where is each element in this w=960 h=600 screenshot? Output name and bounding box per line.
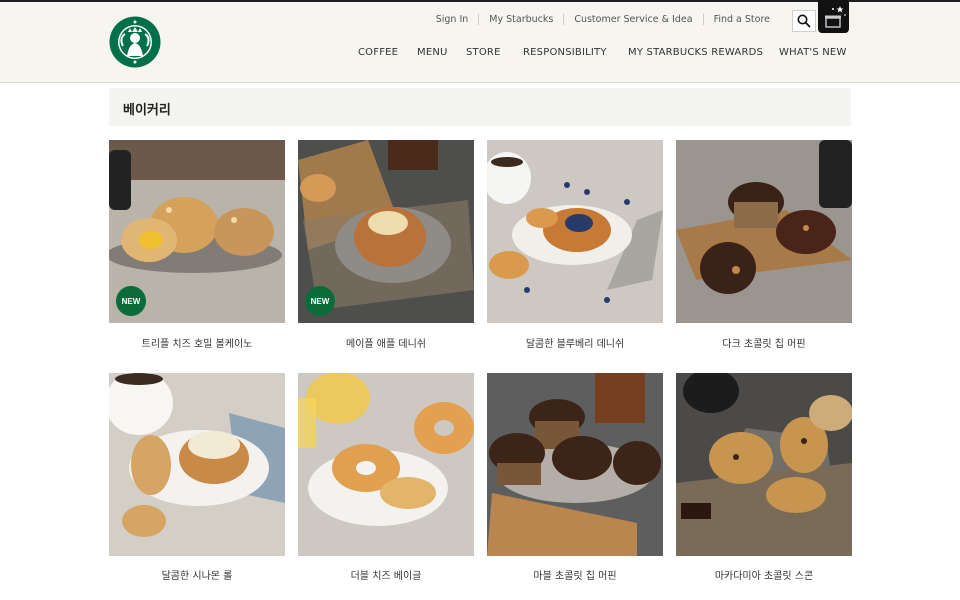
nav-my-starbucks-rewards[interactable]: MY STARBUCKS REWARDS bbox=[628, 47, 763, 58]
product-name[interactable]: 더블 치즈 베이글 bbox=[298, 567, 474, 582]
nav-store[interactable]: STORE bbox=[466, 47, 501, 58]
nav-whats-new[interactable]: WHAT'S NEW bbox=[779, 47, 847, 58]
product-image[interactable] bbox=[487, 140, 663, 323]
product-image[interactable] bbox=[676, 373, 852, 556]
product-image[interactable] bbox=[109, 373, 285, 556]
search-icon bbox=[797, 14, 811, 28]
site-header: Sign In My Starbucks Customer Service & … bbox=[0, 0, 960, 83]
product-name[interactable]: 달콤한 시나몬 롤 bbox=[109, 567, 285, 582]
main-navigation: COFFEE MENU STORE RESPONSIBILITY MY STAR… bbox=[0, 47, 960, 61]
product-name[interactable]: 메이플 애플 데니쉬 bbox=[298, 335, 474, 350]
product-name[interactable]: 트리플 치즈 호밀 볼케이노 bbox=[109, 335, 285, 350]
sign-in-link[interactable]: Sign In bbox=[426, 14, 479, 25]
product-image[interactable] bbox=[487, 373, 663, 556]
search-button[interactable] bbox=[792, 10, 816, 32]
rewards-button[interactable] bbox=[818, 0, 849, 33]
product-name[interactable]: 다크 초콜릿 칩 머핀 bbox=[676, 335, 852, 350]
product-name[interactable]: 마카다미아 초콜릿 스콘 bbox=[676, 567, 852, 582]
nav-responsibility[interactable]: RESPONSIBILITY bbox=[523, 47, 607, 58]
customer-service-link[interactable]: Customer Service & Idea bbox=[563, 14, 702, 25]
new-badge: NEW bbox=[116, 286, 146, 316]
utility-links: Sign In My Starbucks Customer Service & … bbox=[426, 14, 780, 25]
find-store-link[interactable]: Find a Store bbox=[702, 14, 780, 25]
rewards-icon bbox=[825, 6, 846, 28]
product-image[interactable] bbox=[676, 140, 852, 323]
nav-coffee[interactable]: COFFEE bbox=[358, 47, 398, 58]
my-starbucks-link[interactable]: My Starbucks bbox=[478, 14, 563, 25]
page-title-bar: 베이커리 bbox=[109, 88, 851, 126]
product-image[interactable] bbox=[298, 373, 474, 556]
product-name[interactable]: 마블 초콜릿 칩 머핀 bbox=[487, 567, 663, 582]
new-badge: NEW bbox=[305, 286, 335, 316]
page-title: 베이커리 bbox=[123, 103, 171, 118]
nav-menu[interactable]: MENU bbox=[417, 47, 448, 58]
product-name[interactable]: 달콤한 블루베리 데니쉬 bbox=[487, 335, 663, 350]
